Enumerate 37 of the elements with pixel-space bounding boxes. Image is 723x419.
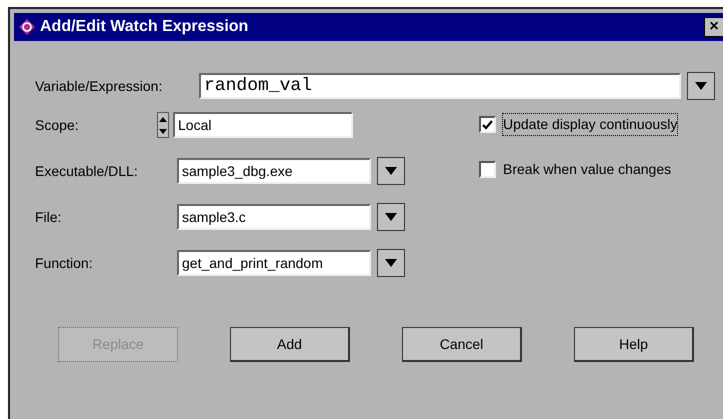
expression-field[interactable]: random_val [199, 73, 681, 99]
checkbox[interactable] [479, 161, 496, 178]
dropdown-button[interactable] [377, 157, 405, 185]
field-value: Local [178, 116, 212, 134]
field-label: Scope: [35, 116, 80, 135]
dropdown-button[interactable] [377, 249, 405, 277]
field-value: sample3_dbg.exe [182, 162, 293, 181]
close-button[interactable]: × [704, 17, 723, 37]
field-label: Variable/Expression: [35, 76, 164, 96]
spinner-control[interactable] [157, 112, 169, 138]
spinner-field[interactable]: Local [173, 112, 353, 138]
field-label: File: [35, 208, 62, 226]
checkbox-label: Update display continuously [502, 113, 678, 136]
combo-field[interactable]: sample3_dbg.exe [177, 158, 371, 184]
combo-field[interactable]: sample3.c [177, 204, 371, 230]
checkbox-label: Break when value changes [502, 160, 672, 179]
caret-icon [385, 259, 397, 267]
field-label: Function: [35, 254, 94, 272]
dialog-button[interactable]: Help [574, 327, 694, 362]
down-arrow-icon [159, 128, 167, 134]
caret-icon [695, 82, 707, 90]
dialog-button[interactable]: Cancel [402, 327, 522, 362]
dropdown-button[interactable] [687, 72, 715, 100]
dropdown-button[interactable] [377, 203, 405, 231]
field-value: sample3.c [182, 208, 246, 227]
field-label: Executable/DLL: [35, 162, 139, 180]
combo-field[interactable]: get_and_print_random [177, 250, 371, 276]
window-title: Add/Edit Watch Expression [40, 17, 250, 37]
checkbox[interactable] [479, 116, 496, 133]
app-logo-icon [18, 18, 36, 36]
checkmark-icon [482, 120, 493, 130]
caret-icon [385, 213, 397, 221]
field-value: random_val [204, 74, 312, 98]
caret-icon [385, 167, 397, 175]
up-arrow-icon [159, 116, 167, 122]
field-value: get_and_print_random [182, 254, 323, 273]
dialog-button[interactable]: Add [230, 327, 350, 362]
